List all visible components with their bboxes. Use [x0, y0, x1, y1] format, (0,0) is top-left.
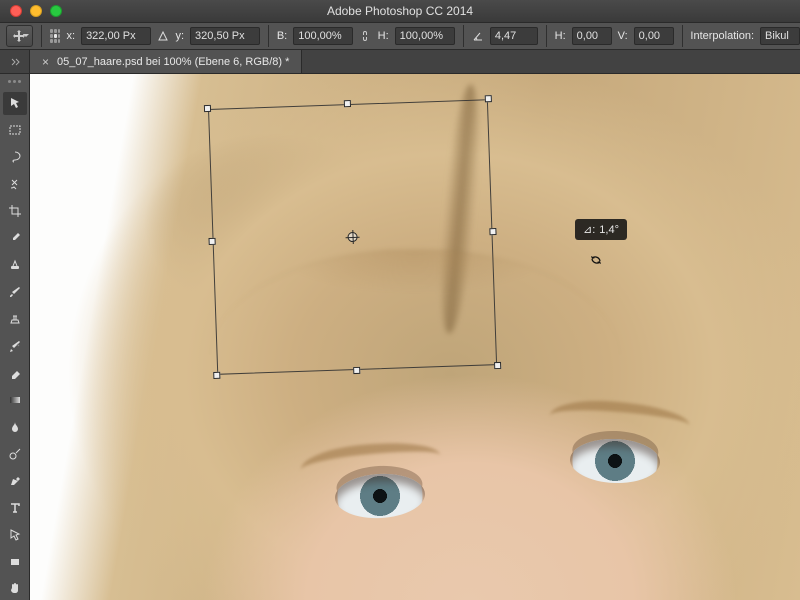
rectangle-tool[interactable] [3, 550, 27, 573]
rotate-cursor-icon [588, 252, 604, 268]
transform-handle-bottom-left[interactable] [213, 372, 220, 379]
transform-handle-bottom-middle[interactable] [353, 367, 360, 374]
skew-h-input[interactable] [572, 27, 612, 45]
transform-angle-tooltip: ⊿: 1,4° [575, 219, 627, 240]
rectangular-marquee-tool[interactable] [3, 119, 27, 142]
transform-handle-top-right[interactable] [485, 95, 492, 102]
pen-tool[interactable] [3, 469, 27, 492]
transform-handle-middle-left[interactable] [209, 238, 216, 245]
divider [682, 25, 683, 47]
window-controls [0, 5, 62, 17]
quick-selection-tool[interactable] [3, 173, 27, 196]
height-input[interactable] [395, 27, 455, 45]
transform-handle-top-left[interactable] [204, 105, 211, 112]
type-tool[interactable] [3, 496, 27, 519]
toolbox-grip[interactable] [4, 80, 26, 84]
height-label: H: [378, 30, 389, 42]
divider [41, 25, 42, 47]
free-transform-bounding-box[interactable] [208, 99, 497, 375]
toolbox-collapse-handle[interactable] [0, 50, 30, 73]
window-zoom-button[interactable] [50, 5, 62, 17]
window-titlebar: Adobe Photoshop CC 2014 [0, 0, 800, 22]
skew-h-label: H: [555, 30, 566, 42]
tool-preset-picker[interactable] [6, 25, 33, 47]
brush-tool[interactable] [3, 281, 27, 304]
window-minimize-button[interactable] [30, 5, 42, 17]
skew-v-label: V: [618, 30, 628, 42]
move-icon [11, 28, 27, 44]
divider [463, 25, 464, 47]
path-selection-tool[interactable] [3, 523, 27, 546]
spot-healing-brush-tool[interactable] [3, 254, 27, 277]
tab-title: 05_07_haare.psd bei 100% (Ebene 6, RGB/8… [57, 56, 289, 68]
delta-icon [157, 28, 169, 44]
hand-tool[interactable] [3, 577, 27, 600]
document-tab[interactable]: × 05_07_haare.psd bei 100% (Ebene 6, RGB… [30, 50, 302, 73]
interpolation-select[interactable] [760, 27, 800, 45]
blur-tool[interactable] [3, 415, 27, 438]
app-title: Adobe Photoshop CC 2014 [327, 4, 473, 18]
eraser-tool[interactable] [3, 361, 27, 384]
crop-tool[interactable] [3, 200, 27, 223]
main-area: ⊿: 1,4° [0, 74, 800, 600]
divider [268, 25, 269, 47]
history-brush-tool[interactable] [3, 334, 27, 357]
document-tab-bar: × 05_07_haare.psd bei 100% (Ebene 6, RGB… [0, 50, 800, 74]
reference-point-grid[interactable] [50, 29, 61, 43]
transform-handle-middle-right[interactable] [489, 228, 496, 235]
tab-close-icon[interactable]: × [42, 55, 49, 69]
lasso-tool[interactable] [3, 146, 27, 169]
skew-v-input[interactable] [634, 27, 674, 45]
transform-handle-top-middle[interactable] [344, 100, 351, 107]
window-close-button[interactable] [10, 5, 22, 17]
angle-input[interactable] [490, 27, 538, 45]
link-aspect-icon[interactable] [359, 28, 371, 44]
angle-tooltip-value: 1,4° [599, 224, 619, 236]
width-label: B: [277, 30, 287, 42]
toolbox [0, 74, 30, 600]
options-bar: x: y: B: H: H: V: Interpolation: [0, 22, 800, 50]
y-label: y: [175, 30, 184, 42]
move-tool[interactable] [3, 92, 27, 115]
x-input[interactable] [81, 27, 151, 45]
x-label: x: [67, 30, 76, 42]
document-canvas[interactable]: ⊿: 1,4° [30, 74, 800, 600]
width-input[interactable] [293, 27, 353, 45]
divider [546, 25, 547, 47]
gradient-tool[interactable] [3, 388, 27, 411]
transform-handle-bottom-right[interactable] [494, 362, 501, 369]
interpolation-label: Interpolation: [690, 30, 754, 42]
dodge-tool[interactable] [3, 442, 27, 465]
eyedropper-tool[interactable] [3, 227, 27, 250]
clone-stamp-tool[interactable] [3, 307, 27, 330]
y-input[interactable] [190, 27, 260, 45]
angle-tooltip-label: ⊿: [583, 223, 595, 236]
angle-icon [471, 28, 483, 44]
